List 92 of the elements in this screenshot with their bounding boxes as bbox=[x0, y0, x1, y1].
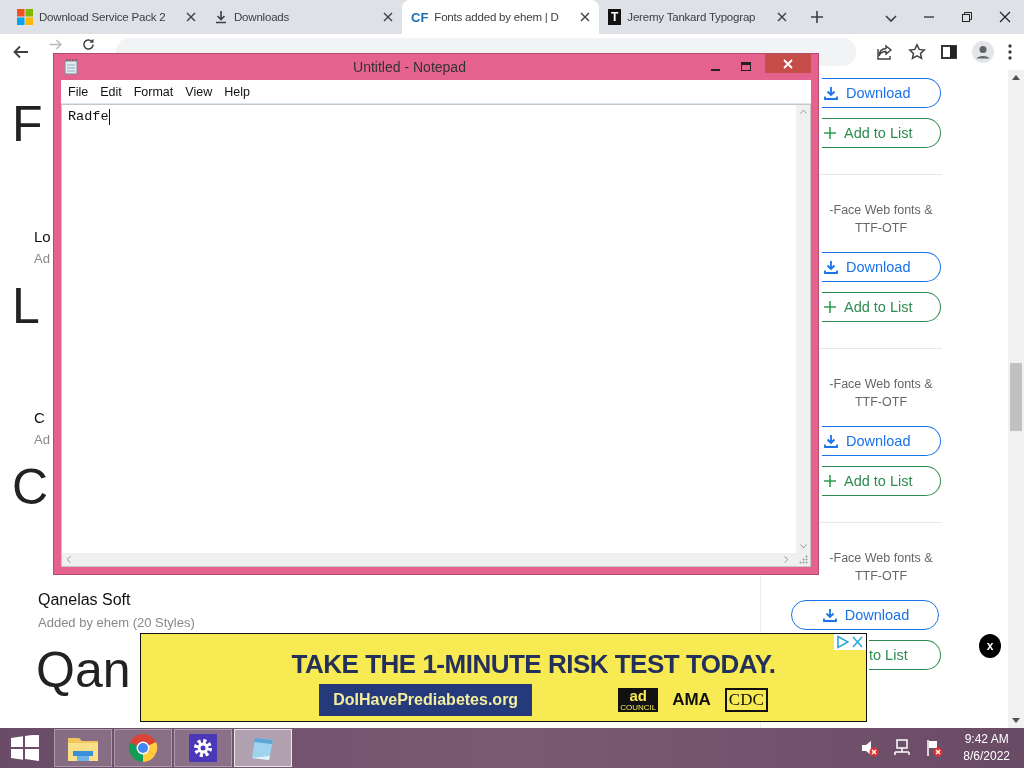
menu-item[interactable]: Help bbox=[218, 84, 256, 99]
browser-tab[interactable]: T Jeremy Tankard Typograp bbox=[599, 0, 796, 34]
scroll-thumb[interactable] bbox=[1010, 363, 1022, 431]
close-icon[interactable] bbox=[775, 10, 789, 24]
download-icon bbox=[214, 10, 228, 24]
window-title: Untitled - Notepad bbox=[352, 59, 467, 75]
download-button[interactable]: Download bbox=[822, 426, 941, 456]
taskbar-button[interactable] bbox=[54, 729, 112, 767]
side-panel-icon[interactable] bbox=[940, 43, 958, 61]
taskbar-button[interactable] bbox=[174, 729, 232, 767]
vertical-scrollbar[interactable] bbox=[796, 105, 810, 553]
font-meta: Ad bbox=[34, 432, 50, 448]
font-name[interactable]: Lo bbox=[34, 227, 51, 245]
scroll-down-icon bbox=[1012, 718, 1020, 723]
font-sample: F bbox=[12, 95, 43, 154]
browser-tab[interactable]: CF Fonts added by ehem | D bbox=[402, 0, 599, 34]
close-icon[interactable] bbox=[578, 10, 592, 24]
close-icon[interactable] bbox=[381, 10, 395, 24]
close-icon[interactable] bbox=[184, 10, 198, 24]
clock[interactable]: 9:42 AM 8/6/2022 bbox=[963, 731, 1010, 765]
plus-icon bbox=[824, 475, 836, 487]
browser-tab[interactable]: Download Service Pack 2 bbox=[8, 0, 205, 34]
close-button[interactable] bbox=[765, 54, 811, 73]
chrome-icon bbox=[128, 733, 158, 763]
volume-muted-icon[interactable] bbox=[861, 739, 880, 757]
format-text: TTF-OTF bbox=[853, 568, 909, 585]
browser-tab[interactable]: Downloads bbox=[205, 0, 402, 34]
font-meta: Added by ehem (20 Styles) bbox=[38, 614, 195, 630]
profile-icon[interactable] bbox=[972, 41, 994, 63]
close-button[interactable]: x bbox=[979, 634, 1001, 658]
star-icon[interactable] bbox=[908, 43, 926, 61]
add-to-list-button[interactable]: Add to List bbox=[822, 118, 941, 148]
menu-item[interactable]: View bbox=[179, 84, 219, 99]
menu-item[interactable]: File bbox=[62, 84, 95, 99]
scroll-down-icon bbox=[799, 544, 807, 549]
menu-item[interactable]: Format bbox=[127, 84, 180, 99]
add-to-list-button[interactable]: Add to List bbox=[822, 466, 941, 496]
plus-icon bbox=[824, 301, 836, 313]
reload-icon[interactable] bbox=[81, 37, 96, 52]
font-sample: Qan bbox=[36, 640, 131, 700]
maximize-icon[interactable] bbox=[741, 62, 751, 72]
sponsor-logo: AMA bbox=[672, 690, 711, 710]
sponsor-logo: ad COUNCIL bbox=[618, 688, 659, 712]
download-button[interactable]: Download bbox=[822, 252, 941, 282]
download-button[interactable]: Download bbox=[791, 600, 939, 630]
format-text: -Face Web fonts & bbox=[828, 202, 934, 219]
format-text: TTF-OTF bbox=[853, 220, 909, 237]
flag-icon[interactable] bbox=[925, 739, 944, 757]
menu-item[interactable]: Edit bbox=[94, 84, 128, 99]
font-sample: C bbox=[12, 458, 49, 518]
menu-icon[interactable] bbox=[1008, 44, 1012, 60]
download-icon bbox=[824, 260, 838, 274]
restore-icon[interactable] bbox=[961, 11, 973, 23]
horizontal-scrollbar[interactable] bbox=[62, 553, 810, 566]
network-icon[interactable] bbox=[893, 739, 912, 757]
resize-grip-icon bbox=[799, 555, 808, 564]
download-icon bbox=[824, 86, 838, 100]
notepad-icon bbox=[64, 59, 78, 75]
windows-logo-icon bbox=[17, 9, 33, 25]
site-favicon: CF bbox=[411, 9, 429, 25]
new-tab-icon[interactable] bbox=[810, 10, 824, 24]
format-text: -Face Web fonts & bbox=[828, 550, 934, 567]
ad-choices-icon[interactable] bbox=[836, 635, 849, 649]
close-icon[interactable] bbox=[999, 11, 1011, 23]
page-scrollbar[interactable] bbox=[1008, 70, 1024, 728]
scroll-left-icon bbox=[66, 556, 71, 563]
plus-icon bbox=[824, 127, 836, 139]
font-sample: L bbox=[12, 276, 40, 336]
ad-headline: TAKE THE 1-MINUTE RISK TEST TODAY. bbox=[291, 649, 776, 680]
sponsor-logo: CDC bbox=[724, 688, 768, 712]
download-icon bbox=[824, 434, 838, 448]
chevron-down-icon[interactable] bbox=[885, 15, 897, 23]
add-to-list-button[interactable]: to List bbox=[869, 640, 941, 670]
download-icon bbox=[822, 608, 837, 622]
format-text: TTF-OTF bbox=[853, 394, 909, 411]
gear-icon bbox=[189, 734, 217, 762]
font-meta: Ad bbox=[34, 250, 50, 266]
back-arrow-icon[interactable] bbox=[12, 43, 30, 61]
start-icon[interactable] bbox=[10, 735, 40, 761]
scroll-up-icon bbox=[799, 109, 807, 114]
ad-link-button[interactable]: DoIHavePrediabetes.org bbox=[319, 684, 533, 716]
font-name[interactable]: C bbox=[34, 409, 45, 427]
close-icon bbox=[783, 58, 793, 69]
scroll-right-icon bbox=[784, 556, 789, 563]
share-icon[interactable] bbox=[876, 43, 894, 61]
format-text: -Face Web fonts & bbox=[828, 376, 934, 393]
scroll-up-icon bbox=[1012, 75, 1020, 80]
add-to-list-button[interactable]: Add to List bbox=[822, 292, 941, 322]
site-favicon: T bbox=[608, 9, 622, 25]
font-name[interactable]: Qanelas Soft bbox=[38, 590, 131, 609]
download-button[interactable]: Download bbox=[822, 78, 941, 108]
ad-banner[interactable]: TAKE THE 1-MINUTE RISK TEST TODAY. DoIHavePrediabetes.org ad COUNCIL AMA CDC bbox=[140, 633, 867, 722]
